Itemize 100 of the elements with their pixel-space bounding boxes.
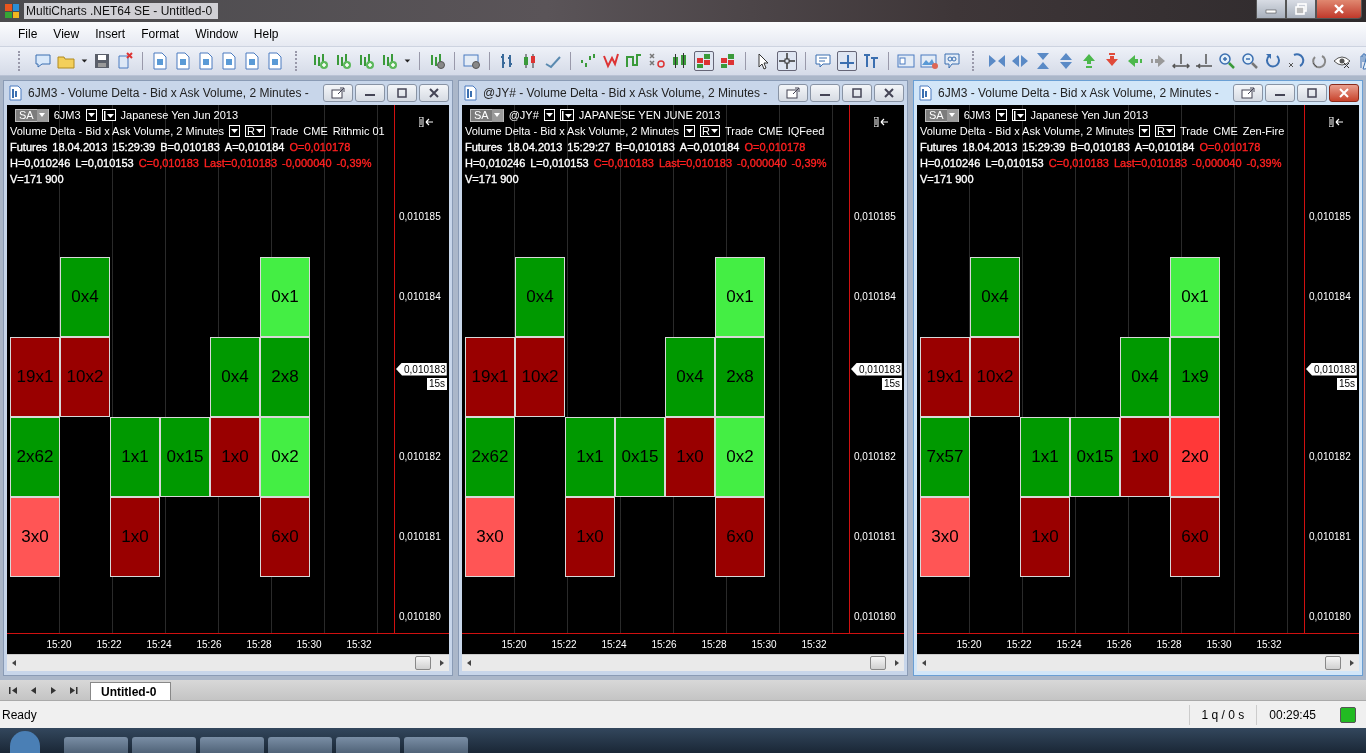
- chart-add-icon[interactable]: [357, 52, 375, 70]
- minimize-button[interactable]: [1256, 0, 1286, 19]
- panel-toggle-icon[interactable]: [419, 117, 433, 127]
- resolution-button[interactable]: R: [700, 125, 720, 137]
- insert-button[interactable]: [559, 109, 574, 121]
- menu-item[interactable]: Insert: [87, 24, 134, 44]
- close-button[interactable]: [1329, 84, 1359, 102]
- indicator-label: Volume Delta - Bid x Ask Volume, 2 Minutes: [920, 125, 1134, 137]
- reset-icon[interactable]: [1287, 52, 1305, 70]
- start-button[interactable]: [10, 731, 40, 753]
- window-title: 6JM3 - Volume Delta - Bid x Ask Volume, 2 Minutes -: [938, 86, 1220, 100]
- maximize-button[interactable]: [1297, 84, 1327, 102]
- image-icon[interactable]: [920, 52, 938, 70]
- expand-vertical-icon[interactable]: [1057, 52, 1075, 70]
- menu-item[interactable]: Help: [245, 24, 287, 44]
- panel-icon[interactable]: [897, 52, 915, 70]
- dropdown-button[interactable]: [684, 125, 695, 137]
- restore-button[interactable]: [1286, 0, 1316, 19]
- volume-cell: 2x0: [1170, 417, 1220, 497]
- close-button[interactable]: [1316, 0, 1362, 19]
- volume-cell: 2x8: [260, 337, 310, 417]
- scroll-thumb[interactable]: [1325, 656, 1341, 670]
- document-close-icon[interactable]: [116, 52, 134, 70]
- expand-horizontal-icon[interactable]: [1011, 52, 1029, 70]
- menu-item[interactable]: Window: [187, 24, 246, 44]
- maximize-icon: [851, 88, 863, 98]
- insert-button[interactable]: [1011, 109, 1026, 121]
- price-label: 0,010184: [399, 290, 442, 302]
- zoom-out-icon[interactable]: [1241, 52, 1259, 70]
- candlestick-icon[interactable]: [671, 52, 689, 70]
- panel-toggle-icon[interactable]: [874, 117, 888, 127]
- minimize-button[interactable]: [1265, 84, 1295, 102]
- sheet-tab[interactable]: Untitled-0: [90, 682, 172, 700]
- step-chart-icon[interactable]: [625, 52, 643, 70]
- window-settings-icon[interactable]: [463, 52, 481, 70]
- document-icon[interactable]: [151, 52, 169, 70]
- dropdown-button[interactable]: [229, 125, 240, 137]
- menu-item[interactable]: File: [10, 24, 46, 44]
- dot-chart-icon[interactable]: [579, 52, 597, 70]
- save-icon[interactable]: [93, 52, 111, 70]
- dropdown-button[interactable]: [995, 109, 1007, 121]
- arrow-right-icon[interactable]: [1149, 52, 1167, 70]
- shrink-vertical-icon[interactable]: [1034, 52, 1052, 70]
- document-icon[interactable]: [243, 52, 261, 70]
- minimize-button[interactable]: [355, 84, 385, 102]
- caret-icon: [710, 128, 718, 134]
- undo-icon[interactable]: [1264, 52, 1282, 70]
- resolution-button[interactable]: R: [245, 125, 265, 137]
- maximize-button[interactable]: [842, 84, 872, 102]
- menu-item[interactable]: Format: [133, 24, 188, 44]
- quote-value: O=0,010178: [289, 141, 351, 153]
- menu-item[interactable]: View: [45, 24, 88, 44]
- time-label: 15:26: [650, 638, 678, 650]
- dropdown-button[interactable]: [85, 109, 97, 121]
- insert-button[interactable]: [101, 109, 116, 121]
- crosshair-icon[interactable]: [777, 51, 797, 71]
- maximize-button[interactable]: [387, 84, 417, 102]
- status-clock: 00:29:45: [1256, 704, 1328, 725]
- shrink-horizontal-icon[interactable]: [988, 52, 1006, 70]
- note-icon[interactable]: [814, 52, 832, 70]
- chart-document-icon: [462, 85, 478, 101]
- quote-value: 15:29:39: [1022, 141, 1066, 153]
- volume-cell: 6x0: [715, 497, 765, 577]
- dropdown-button[interactable]: [543, 109, 555, 121]
- price-label: 0,010185: [854, 210, 897, 222]
- cluster-chart-icon[interactable]: [694, 51, 714, 71]
- quote-value: 15:29:27: [567, 141, 611, 153]
- scroll-thumb[interactable]: [415, 656, 431, 670]
- scale-horizontal-icon[interactable]: [1195, 52, 1213, 70]
- dropdown-button[interactable]: [1139, 125, 1150, 137]
- panel-toggle-icon[interactable]: [1329, 117, 1343, 127]
- style-button[interactable]: SA: [925, 108, 959, 122]
- cluster-chart-icon[interactable]: [719, 52, 737, 70]
- scale-horizontal-icon[interactable]: [1172, 52, 1190, 70]
- style-button[interactable]: SA: [470, 108, 504, 122]
- scroll-thumb[interactable]: [870, 656, 886, 670]
- crosshair-line-icon[interactable]: [837, 51, 857, 71]
- point-figure-icon[interactable]: [648, 52, 666, 70]
- minimize-button[interactable]: [810, 84, 840, 102]
- zoom-in-icon[interactable]: [1218, 52, 1236, 70]
- chart-add-icon[interactable]: [311, 52, 329, 70]
- chart-add-icon[interactable]: [334, 52, 352, 70]
- last-price-marker: 0,010183: [396, 362, 447, 376]
- document-icon[interactable]: [174, 52, 192, 70]
- volume-cell: 1x0: [110, 497, 160, 577]
- chart-add-icon[interactable]: [380, 52, 398, 70]
- close-button[interactable]: [419, 84, 449, 102]
- close-button[interactable]: [874, 84, 904, 102]
- last-price-marker: 0,010183: [851, 362, 902, 376]
- document-icon[interactable]: [197, 52, 215, 70]
- quote-icon[interactable]: [943, 52, 961, 70]
- comment-icon[interactable]: [34, 52, 52, 70]
- document-icon[interactable]: [220, 52, 238, 70]
- resolution-button[interactable]: R: [1155, 125, 1175, 137]
- zigzag-chart-icon[interactable]: [602, 52, 620, 70]
- chart-settings-icon[interactable]: [428, 52, 446, 70]
- style-button[interactable]: SA: [15, 108, 49, 122]
- text-tool-icon[interactable]: [862, 52, 880, 70]
- data-source-label: Rithmic 01: [332, 125, 385, 137]
- document-icon[interactable]: [266, 52, 284, 70]
